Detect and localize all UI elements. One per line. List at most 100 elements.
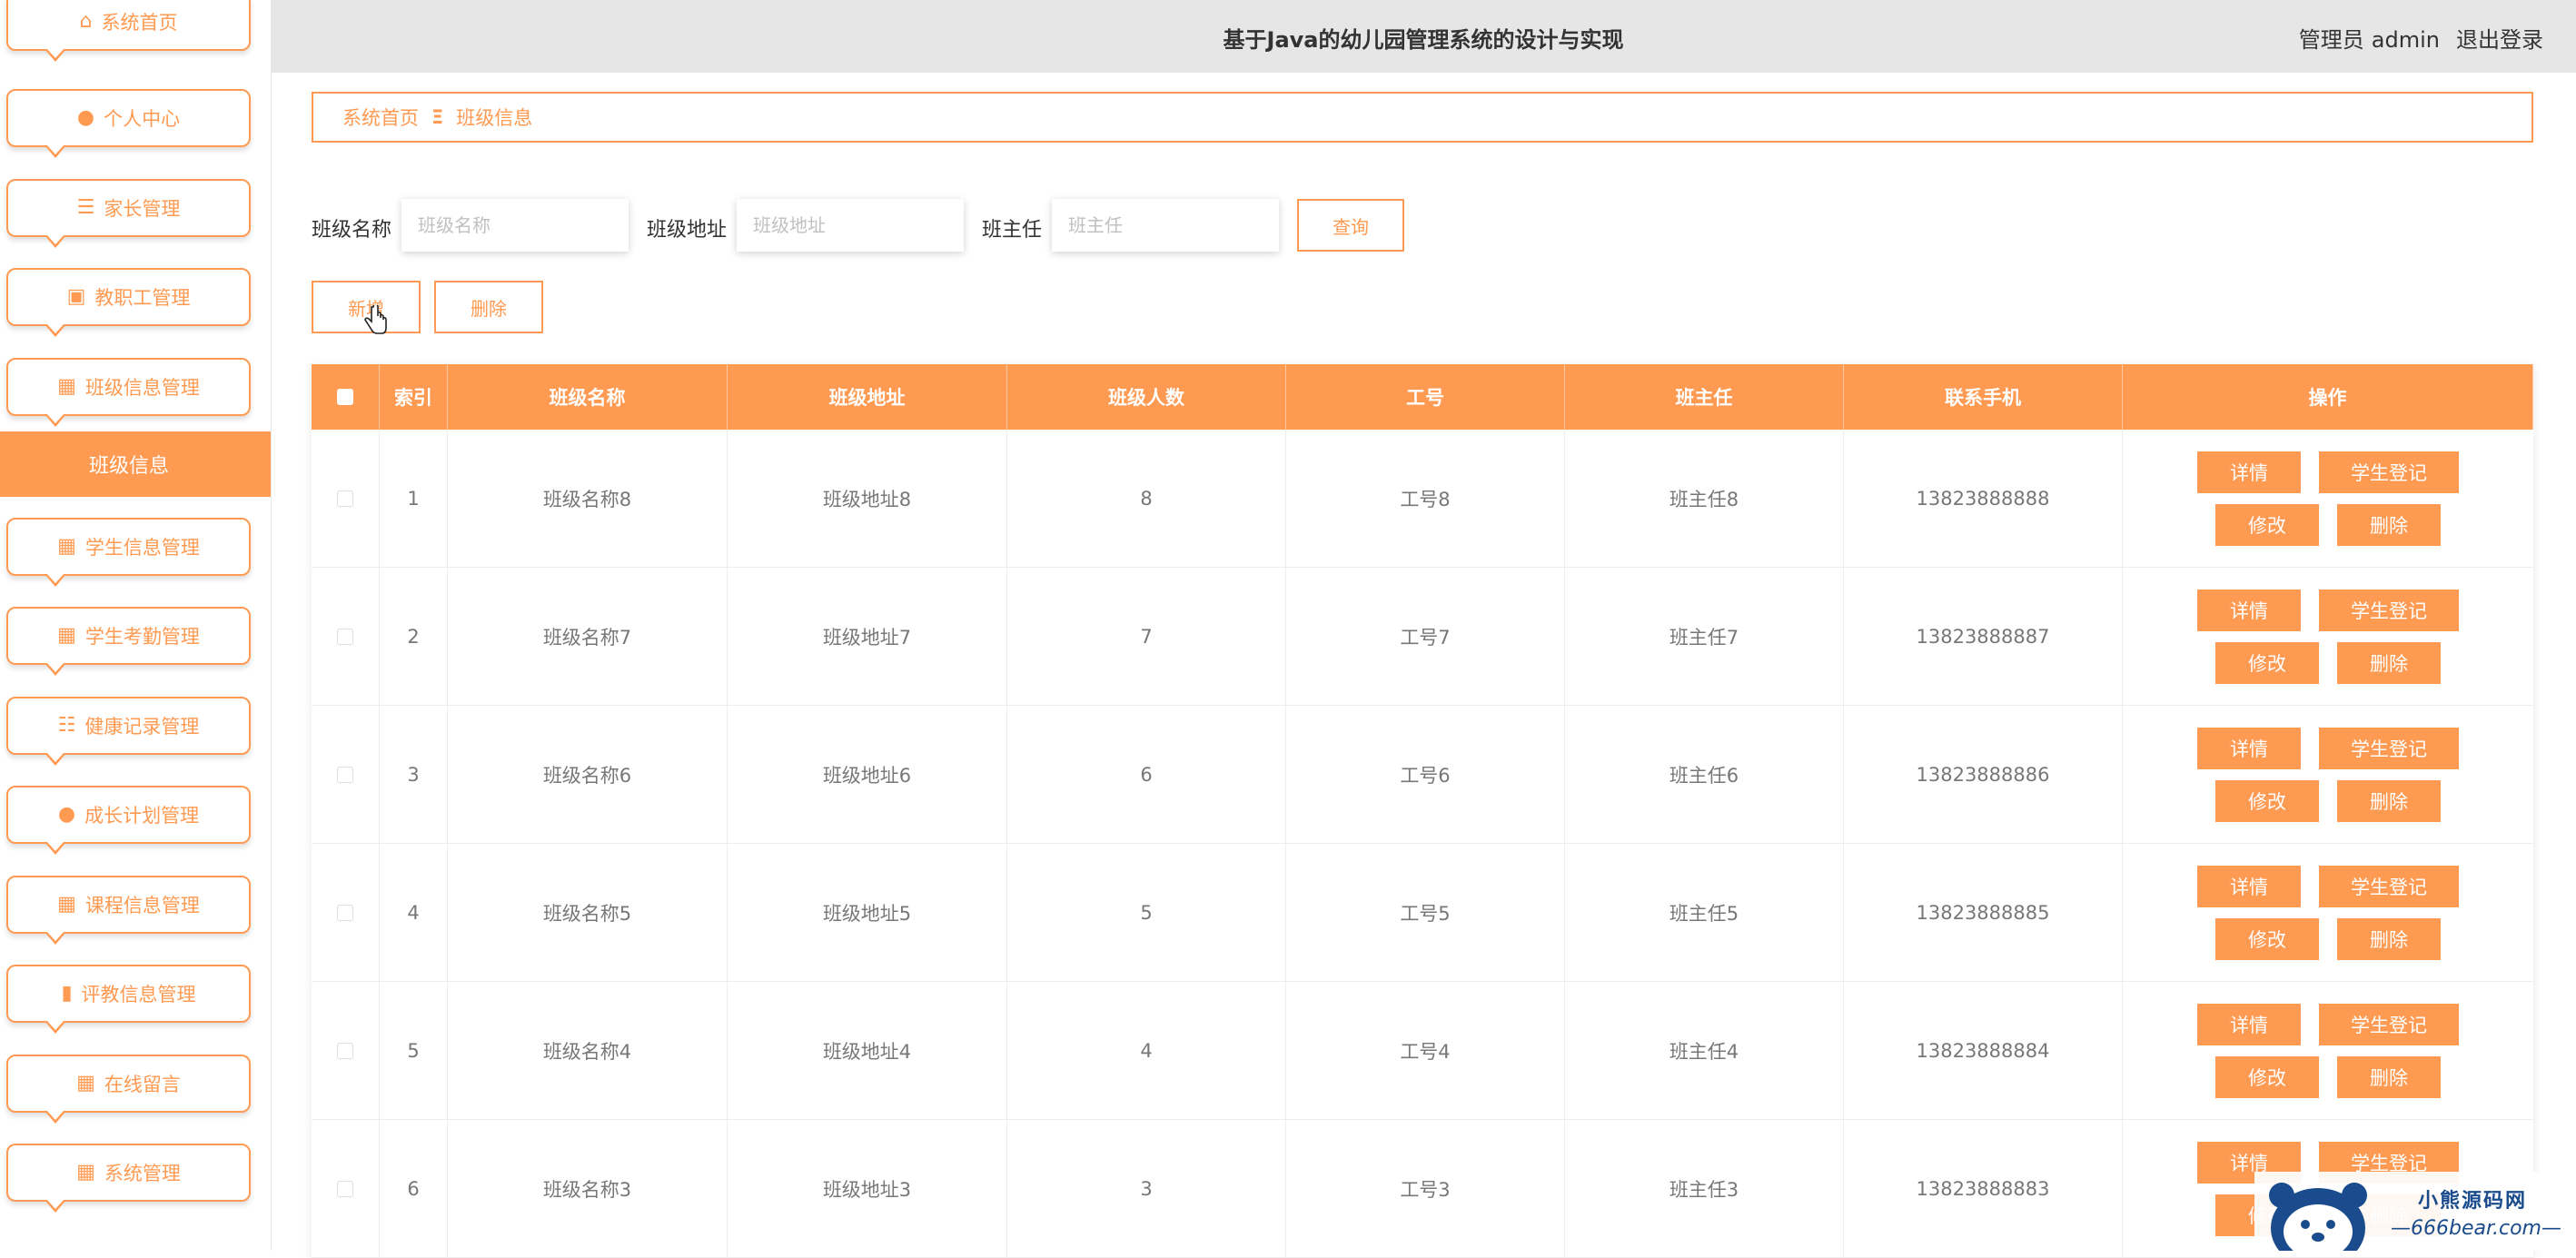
row-select-cell[interactable] (312, 430, 380, 567)
breadcrumb-home[interactable]: 系统首页 (342, 104, 419, 131)
cell-class-size: 8 (1007, 430, 1286, 567)
cell-index: 6 (380, 1120, 448, 1257)
row-actions-bottom: 修改删除 (2215, 503, 2441, 546)
row-delete-button[interactable]: 删除 (2337, 503, 2441, 546)
head-teacher-input[interactable] (1052, 199, 1279, 252)
student-register-button[interactable]: 学生登记 (2319, 727, 2459, 769)
class-address-input[interactable] (737, 199, 964, 252)
edit-button[interactable]: 修改 (2215, 1055, 2319, 1098)
row-delete-button[interactable]: 删除 (2337, 779, 2441, 822)
cell-phone: 13823888883 (1844, 1120, 2123, 1257)
header-select-all[interactable] (312, 364, 380, 430)
sidebar-item-label: 班级信息管理 (84, 377, 200, 399)
table-header-row: 索引 班级名称 班级地址 班级人数 工号 班主任 联系手机 操作 (312, 364, 2533, 430)
watermark: 小熊源码网 —666bear.com— (2254, 1172, 2572, 1251)
row-select-cell[interactable] (312, 568, 380, 705)
row-checkbox[interactable] (337, 904, 353, 921)
row-select-cell[interactable] (312, 982, 380, 1119)
row-actions: 详情学生登记修改删除 (2197, 589, 2459, 684)
edit-button[interactable]: 修改 (2215, 503, 2319, 546)
sidebar-item-8[interactable]: ● 成长计划管理 (6, 786, 251, 855)
cell-class-size: 5 (1007, 844, 1286, 981)
sidebar-item-label: 成长计划管理 (84, 805, 200, 827)
watermark-text: 小熊源码网 (2418, 1190, 2528, 1213)
cell-head-teacher: 班主任4 (1565, 982, 1844, 1119)
sidebar-item-11[interactable]: ▦ 在线留言 (6, 1055, 251, 1124)
grid-icon: ▦ (57, 624, 76, 647)
logout-link[interactable]: 退出登录 (2456, 27, 2543, 53)
sidebar-item-5[interactable]: ▦ 学生信息管理 (6, 518, 251, 587)
edit-button[interactable]: 修改 (2215, 641, 2319, 684)
student-register-button[interactable]: 学生登记 (2319, 1003, 2459, 1045)
bar-chart-icon: ▮ (61, 982, 73, 1005)
header-class-address: 班级地址 (728, 364, 1007, 430)
student-register-button[interactable]: 学生登记 (2319, 865, 2459, 907)
student-register-button[interactable]: 学生登记 (2319, 589, 2459, 631)
sidebar-item-label: 评教信息管理 (81, 984, 196, 1005)
cell-class-name: 班级名称5 (448, 844, 728, 981)
row-checkbox[interactable] (337, 766, 353, 783)
detail-button[interactable]: 详情 (2197, 865, 2301, 907)
sidebar-item-label: 学生考勤管理 (84, 626, 200, 648)
cell-class-name: 班级名称8 (448, 430, 728, 567)
sidebar-item-9[interactable]: ▦ 课程信息管理 (6, 876, 251, 945)
sidebar: ⌂ 系统首页 ● 个人中心 ☰ 家长管理 ▣ 教职工管理 ▦ 班级信息管理 ▦ 学生信息管理 ▦ 学生考勤… (0, 0, 272, 1251)
cell-index: 5 (380, 982, 448, 1119)
sidebar-item-3[interactable]: ▣ 教职工管理 (6, 268, 251, 337)
row-delete-button[interactable]: 删除 (2337, 917, 2441, 960)
cell-class-address: 班级地址4 (728, 982, 1007, 1119)
row-actions-bottom: 修改删除 (2215, 1055, 2441, 1098)
cell-operations: 详情学生登记修改删除 (2123, 844, 2533, 981)
sidebar-item-7[interactable]: ☷ 健康记录管理 (6, 697, 251, 766)
cell-index: 2 (380, 568, 448, 705)
user-role: 管理员 (2298, 27, 2364, 53)
sidebar-subitem-class-info[interactable]: 班级信息 (0, 431, 271, 497)
cell-phone: 13823888886 (1844, 706, 2123, 843)
query-button[interactable]: 查询 (1297, 199, 1404, 252)
sidebar-item-4[interactable]: ▦ 班级信息管理 (6, 358, 251, 427)
detail-button[interactable]: 详情 (2197, 727, 2301, 769)
cell-class-address: 班级地址8 (728, 430, 1007, 567)
sidebar-item-12[interactable]: ▦ 系统管理 (6, 1144, 251, 1213)
sidebar-item-10[interactable]: ▮ 评教信息管理 (6, 965, 251, 1034)
batch-delete-button[interactable]: 删除 (434, 281, 543, 333)
sidebar-item-2[interactable]: ☰ 家长管理 (6, 179, 251, 248)
site-title: 基于Java的幼儿园管理系统的设计与实现 (1223, 27, 1624, 53)
table-row: 1 班级名称8 班级地址8 8 工号8 班主任8 13823888888 详情 学生登记 修改 删除 (312, 430, 2533, 568)
cell-staff-no: 工号5 (1286, 844, 1565, 981)
row-checkbox[interactable] (337, 628, 353, 645)
row-checkbox[interactable] (337, 1180, 353, 1197)
sidebar-item-label: 教职工管理 (94, 287, 191, 309)
student-register-button[interactable]: 学生登记 (2319, 451, 2459, 493)
cell-head-teacher: 班主任6 (1565, 706, 1844, 843)
username: admin (2371, 27, 2440, 53)
cell-phone: 13823888885 (1844, 844, 2123, 981)
detail-button[interactable]: 详情 (2197, 1003, 2301, 1045)
detail-button[interactable]: 详情 (2197, 451, 2301, 493)
sidebar-item-6[interactable]: ▦ 学生考勤管理 (6, 607, 251, 676)
class-name-input[interactable] (401, 199, 629, 252)
header-phone: 联系手机 (1844, 364, 2123, 430)
sidebar-item-1[interactable]: ● 个人中心 (6, 89, 251, 158)
row-select-cell[interactable] (312, 844, 380, 981)
header-head-teacher: 班主任 (1565, 364, 1844, 430)
cell-class-size: 6 (1007, 706, 1286, 843)
edit-button[interactable]: 修改 (2215, 917, 2319, 960)
row-delete-button[interactable]: 删除 (2337, 641, 2441, 684)
select-all-checkbox[interactable] (337, 389, 353, 405)
grid-icon: ▦ (57, 535, 76, 558)
row-checkbox[interactable] (337, 1042, 353, 1059)
row-delete-button[interactable]: 删除 (2337, 1055, 2441, 1098)
cell-class-size: 7 (1007, 568, 1286, 705)
cell-head-teacher: 班主任3 (1565, 1120, 1844, 1257)
row-select-cell[interactable] (312, 706, 380, 843)
detail-button[interactable]: 详情 (2197, 589, 2301, 631)
class-info-table: 索引 班级名称 班级地址 班级人数 工号 班主任 联系手机 操作 1 班级名称8 班… (312, 364, 2533, 1258)
header-class-size: 班级人数 (1007, 364, 1286, 430)
cell-operations: 详情学生登记修改删除 (2123, 982, 2533, 1119)
row-checkbox[interactable] (337, 490, 353, 507)
row-actions: 详情学生登记修改删除 (2197, 727, 2459, 822)
edit-button[interactable]: 修改 (2215, 779, 2319, 822)
sidebar-item-0[interactable]: ⌂ 系统首页 (6, 0, 251, 62)
row-select-cell[interactable] (312, 1120, 380, 1257)
